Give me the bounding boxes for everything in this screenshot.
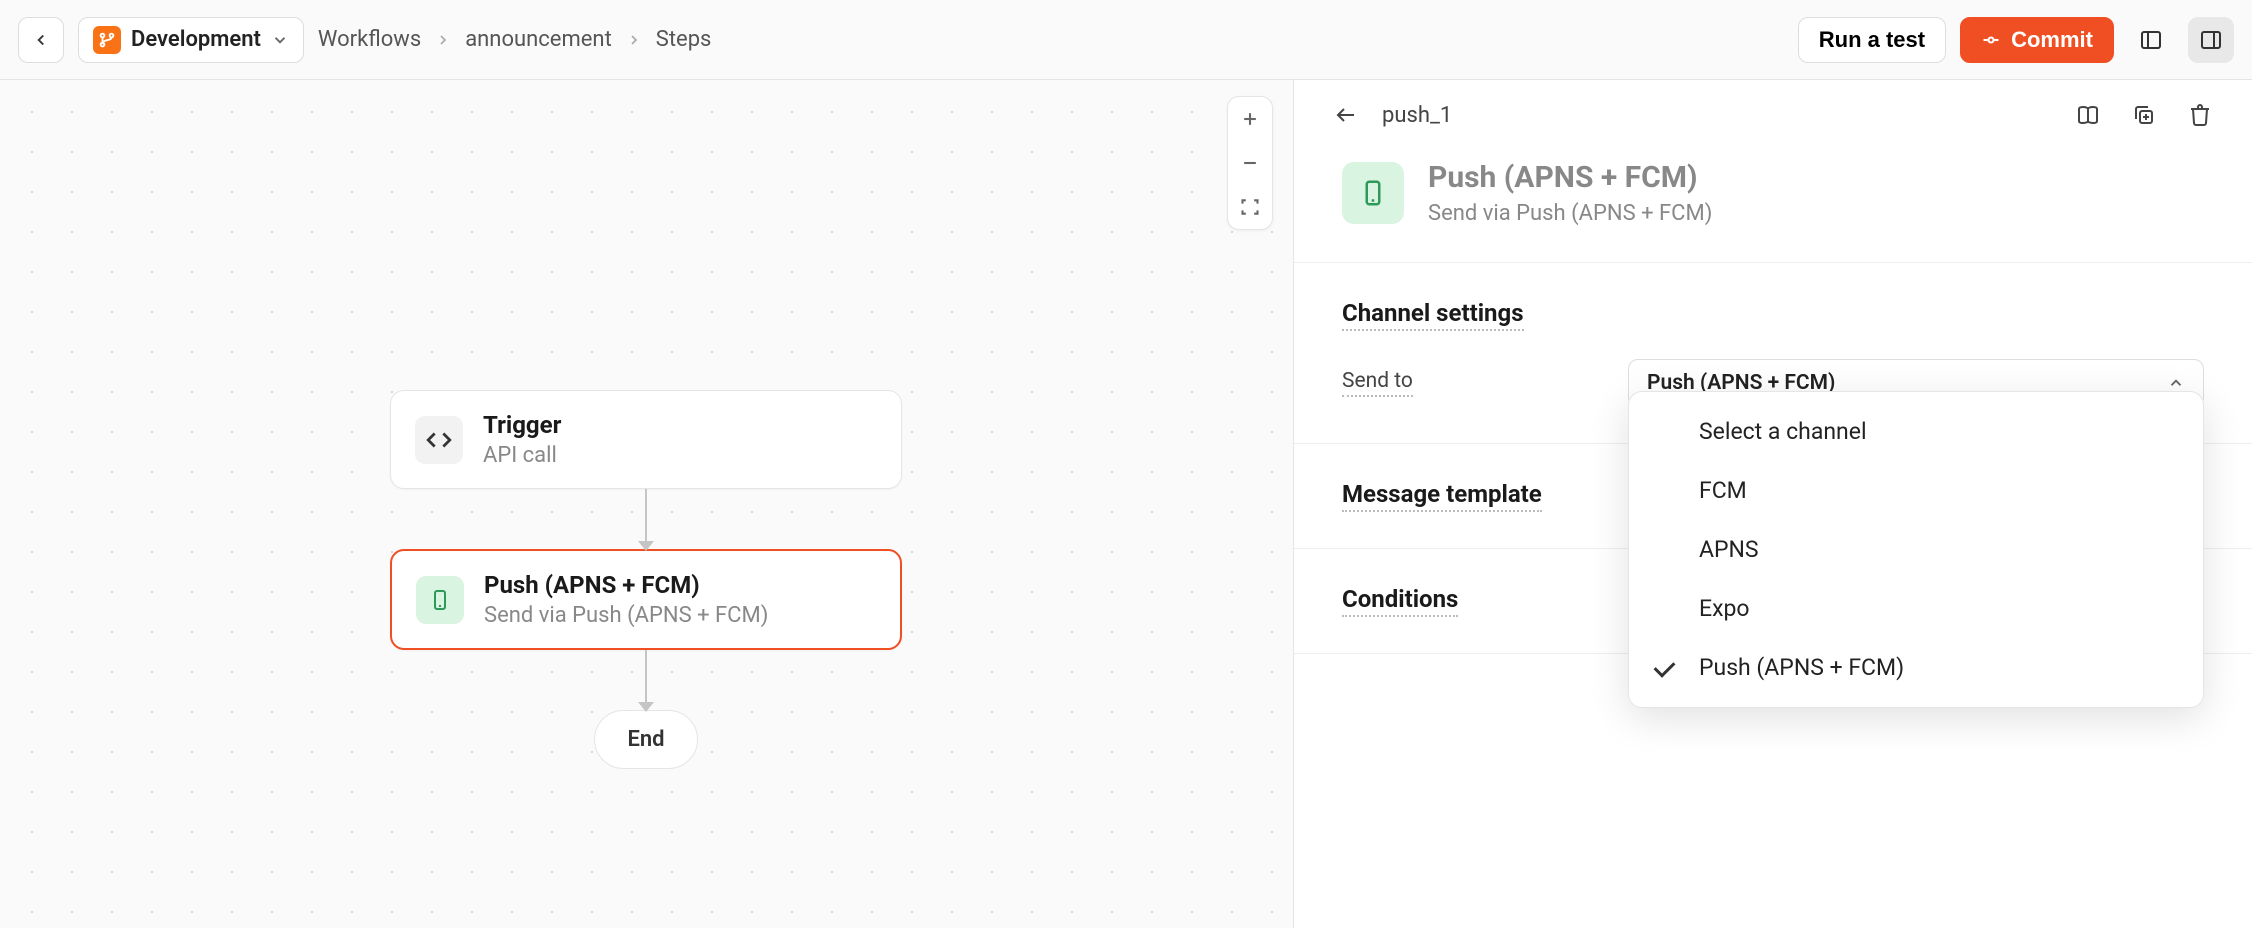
plus-icon — [1240, 109, 1260, 129]
chevron-down-icon — [271, 31, 289, 49]
breadcrumb: Workflows announcement Steps — [318, 27, 711, 52]
breadcrumb-item[interactable]: Workflows — [318, 27, 421, 52]
step-summary: Push (APNS + FCM) Send via Push (APNS + … — [1294, 150, 2252, 263]
panel-header: push_1 — [1294, 80, 2252, 150]
section-title: Conditions — [1342, 585, 1458, 617]
panel-right-icon — [2199, 28, 2223, 52]
run-test-button[interactable]: Run a test — [1798, 17, 1946, 63]
commit-icon — [1981, 30, 2001, 50]
breadcrumb-item[interactable]: announcement — [465, 27, 612, 52]
zoom-controls — [1227, 96, 1273, 230]
section-title: Message template — [1342, 480, 1542, 512]
node-title: Trigger — [483, 411, 877, 439]
back-button[interactable] — [18, 17, 64, 63]
mobile-icon — [1342, 162, 1404, 224]
panel-left-button[interactable] — [2128, 17, 2174, 63]
branch-icon — [93, 26, 121, 54]
delete-button[interactable] — [2180, 95, 2220, 135]
code-icon — [415, 416, 463, 464]
dropdown-option[interactable]: Push (APNS + FCM) — [1629, 638, 2203, 697]
push-step-node[interactable]: Push (APNS + FCM) Send via Push (APNS + … — [390, 549, 902, 650]
zoom-out-button[interactable] — [1228, 141, 1272, 185]
send-to-dropdown: Select a channel FCM APNS Expo Push (APN… — [1628, 391, 2204, 708]
panel-back-button[interactable] — [1326, 95, 1366, 135]
dropdown-option[interactable]: Expo — [1629, 579, 2203, 638]
breadcrumb-item[interactable]: Steps — [656, 27, 712, 52]
workflow-canvas[interactable]: Trigger API call Push (APNS + FCM) Send … — [0, 80, 1294, 928]
end-node[interactable]: End — [594, 710, 697, 769]
step-title: Push (APNS + FCM) — [1428, 160, 1712, 195]
node-title: Push (APNS + FCM) — [484, 571, 876, 599]
dropdown-option[interactable]: FCM — [1629, 461, 2203, 520]
section-title: Channel settings — [1342, 299, 1524, 331]
chevron-right-icon — [626, 32, 642, 48]
minus-icon — [1240, 153, 1260, 173]
dropdown-option[interactable]: Select a channel — [1629, 402, 2203, 461]
book-icon — [2076, 103, 2100, 127]
docs-button[interactable] — [2068, 95, 2108, 135]
environment-selector[interactable]: Development — [78, 17, 304, 63]
channel-settings-section: Channel settings Send to Push (APNS + FC… — [1294, 263, 2252, 444]
step-subtitle: Send via Push (APNS + FCM) — [1428, 201, 1712, 226]
header: Development Workflows announcement Steps… — [0, 0, 2252, 80]
trash-icon — [2188, 103, 2212, 127]
mobile-icon — [416, 576, 464, 624]
duplicate-button[interactable] — [2124, 95, 2164, 135]
panel-left-icon — [2139, 28, 2163, 52]
node-subtitle: Send via Push (APNS + FCM) — [484, 603, 876, 628]
fit-view-button[interactable] — [1228, 185, 1272, 229]
arrow-left-icon — [1334, 103, 1358, 127]
step-id: push_1 — [1382, 103, 1452, 128]
commit-button[interactable]: Commit — [1960, 17, 2114, 63]
zoom-in-button[interactable] — [1228, 97, 1272, 141]
node-subtitle: API call — [483, 443, 877, 468]
chevron-up-icon — [2167, 374, 2185, 392]
send-to-label: Send to — [1342, 369, 1413, 397]
dropdown-option[interactable]: APNS — [1629, 520, 2203, 579]
chevron-right-icon — [435, 32, 451, 48]
fullscreen-icon — [1240, 197, 1260, 217]
copy-plus-icon — [2132, 103, 2156, 127]
side-panel: push_1 Push (APNS + FCM) Send via Push (… — [1294, 80, 2252, 928]
trigger-node[interactable]: Trigger API call — [390, 390, 902, 489]
main: Trigger API call Push (APNS + FCM) Send … — [0, 80, 2252, 928]
environment-label: Development — [131, 27, 261, 52]
panel-right-button[interactable] — [2188, 17, 2234, 63]
chevron-left-icon — [32, 31, 50, 49]
